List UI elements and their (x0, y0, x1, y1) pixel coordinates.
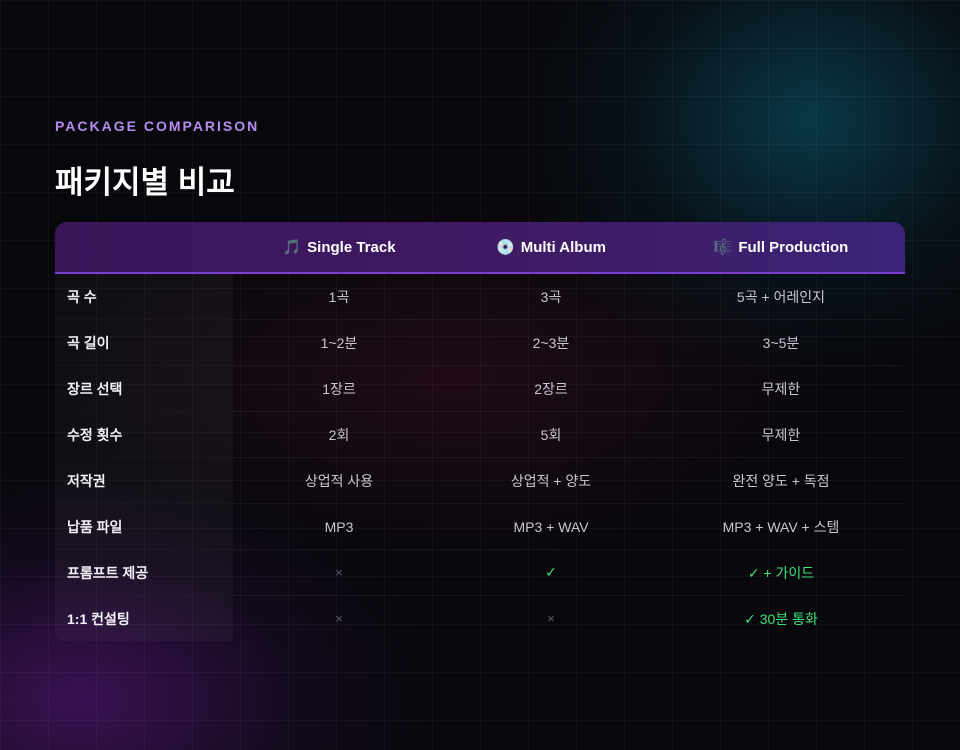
column-header-label: Single Track (307, 238, 396, 256)
cell-full-production: 완전 양도 + 독점 (732, 472, 830, 489)
row-label: 저작권 (55, 458, 233, 503)
row-label: 장르 선택 (55, 366, 233, 411)
table-header: 🎵 Single Track 💿 Multi Album 🎼 Full Prod… (55, 222, 905, 274)
row-label: 1:1 컨설팅 (55, 596, 233, 641)
row-label: 곡 길이 (55, 320, 233, 365)
table-row: 프롬프트 제공 × ✓ ✓ + 가이드 (55, 550, 905, 596)
cross-icon: × (335, 565, 343, 580)
row-label: 프롬프트 제공 (55, 550, 233, 595)
cross-icon: × (335, 611, 343, 626)
cell-single-track: 1~2분 (320, 334, 358, 351)
column-header-label: Full Production (738, 238, 849, 256)
check-icon: ✓ (545, 564, 557, 580)
row-label: 수정 횟수 (55, 412, 233, 457)
cell-full-production: MP3 + WAV + 스템 (722, 518, 840, 535)
column-header-single-track: 🎵 Single Track (233, 222, 445, 272)
cell-single-track: 상업적 사용 (304, 472, 374, 489)
musical-score-icon: 🎼 (713, 238, 733, 256)
cell-full-production: 무제한 (761, 380, 801, 397)
section-title: 패키지별 비교 (55, 165, 235, 200)
cell-full-production: 3~5분 (762, 334, 800, 351)
table-row: 곡 길이 1~2분 2~3분 3~5분 (55, 320, 905, 366)
cell-single-track: MP3 (324, 518, 354, 535)
table-row: 수정 횟수 2회 5회 무제한 (55, 412, 905, 458)
table-row: 장르 선택 1장르 2장르 무제한 (55, 366, 905, 412)
cross-icon: × (547, 611, 555, 626)
table-row: 1:1 컨설팅 × × ✓ 30분 통화 (55, 596, 905, 641)
table-body: 곡 수 1곡 3곡 5곡 + 어레인지 곡 길이 1~2분 2~3분 3~5분 … (55, 274, 905, 641)
cell-full-production: ✓ 30분 통화 (744, 610, 818, 627)
section-eyebrow: PACKAGE COMPARISON (55, 118, 260, 134)
comparison-table: 🎵 Single Track 💿 Multi Album 🎼 Full Prod… (55, 222, 905, 641)
column-header-label: Multi Album (520, 238, 606, 256)
column-header-multi-album: 💿 Multi Album (445, 222, 657, 272)
cell-full-production: 무제한 (761, 426, 801, 443)
column-header-full-production: 🎼 Full Production (657, 222, 905, 272)
table-row: 곡 수 1곡 3곡 5곡 + 어레인지 (55, 274, 905, 320)
cell-multi-album: MP3 + WAV (513, 518, 589, 535)
cell-multi-album: 상업적 + 양도 (510, 472, 592, 489)
cell-single-track: 1곡 (328, 288, 350, 305)
cell-multi-album: 2장르 (534, 380, 568, 397)
cell-full-production: 5곡 + 어레인지 (736, 288, 826, 305)
cell-single-track: 1장르 (322, 380, 356, 397)
cell-full-production: ✓ + 가이드 (747, 564, 815, 581)
cell-multi-album: 5회 (540, 426, 562, 443)
cell-multi-album: 2~3분 (532, 334, 570, 351)
disc-icon: 💿 (496, 238, 515, 256)
table-row: 납품 파일 MP3 MP3 + WAV MP3 + WAV + 스템 (55, 504, 905, 550)
cell-single-track: 2회 (328, 426, 350, 443)
row-label: 납품 파일 (55, 504, 233, 549)
header-empty-cell (55, 222, 233, 272)
cell-multi-album: 3곡 (540, 288, 562, 305)
table-row: 저작권 상업적 사용 상업적 + 양도 완전 양도 + 독점 (55, 458, 905, 504)
row-label: 곡 수 (55, 274, 233, 319)
music-note-icon: 🎵 (282, 238, 302, 256)
